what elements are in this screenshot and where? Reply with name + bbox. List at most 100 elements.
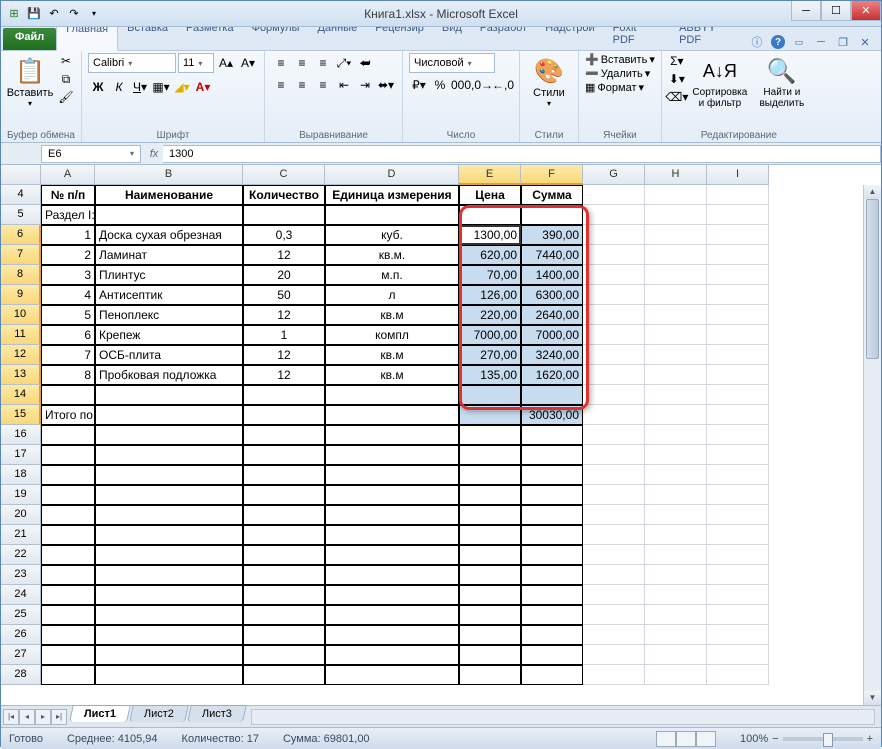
grow-font-icon[interactable]: A▴: [216, 53, 236, 73]
cell[interactable]: [243, 465, 325, 485]
cell[interactable]: [707, 605, 769, 625]
cell[interactable]: [645, 245, 707, 265]
name-box[interactable]: E6▾: [41, 145, 141, 163]
cell[interactable]: [583, 625, 645, 645]
cell[interactable]: [95, 645, 243, 665]
cell[interactable]: 2: [41, 245, 95, 265]
cell[interactable]: [459, 405, 521, 425]
cell[interactable]: [41, 485, 95, 505]
tab-nav-next-icon[interactable]: ▸: [35, 709, 51, 725]
cell[interactable]: [645, 385, 707, 405]
cell[interactable]: [645, 565, 707, 585]
cell[interactable]: 7000,00: [521, 325, 583, 345]
cell[interactable]: [41, 525, 95, 545]
cell[interactable]: [41, 545, 95, 565]
row-header[interactable]: 5: [1, 205, 41, 225]
cell[interactable]: Цена: [459, 185, 521, 205]
row-header[interactable]: 11: [1, 325, 41, 345]
cell[interactable]: [459, 485, 521, 505]
indent-dec-icon[interactable]: ⇤: [334, 75, 354, 95]
save-icon[interactable]: 💾: [25, 5, 43, 23]
cell[interactable]: [95, 205, 243, 225]
cell[interactable]: [95, 465, 243, 485]
cell[interactable]: [645, 365, 707, 385]
row-header[interactable]: 27: [1, 645, 41, 665]
cell[interactable]: [325, 485, 459, 505]
cell[interactable]: [583, 225, 645, 245]
cell[interactable]: [707, 325, 769, 345]
cell[interactable]: [707, 525, 769, 545]
cell[interactable]: [707, 385, 769, 405]
cell[interactable]: [325, 545, 459, 565]
row-header[interactable]: 24: [1, 585, 41, 605]
cell[interactable]: 7440,00: [521, 245, 583, 265]
font-color-icon[interactable]: A▾: [193, 77, 213, 97]
fx-icon[interactable]: fx: [145, 148, 163, 160]
cell[interactable]: Пеноплекс: [95, 305, 243, 325]
cell[interactable]: [459, 605, 521, 625]
cell[interactable]: [707, 345, 769, 365]
vertical-scrollbar[interactable]: ▲ ▼: [863, 185, 881, 705]
cell[interactable]: 6: [41, 325, 95, 345]
row-header[interactable]: 15: [1, 405, 41, 425]
tab-nav-prev-icon[interactable]: ◂: [19, 709, 35, 725]
styles-button[interactable]: 🎨 Стили▾: [526, 53, 572, 108]
cell[interactable]: [459, 645, 521, 665]
cell[interactable]: [459, 565, 521, 585]
cell[interactable]: [645, 505, 707, 525]
row-header[interactable]: 20: [1, 505, 41, 525]
cell[interactable]: [583, 385, 645, 405]
percent-icon[interactable]: %: [430, 75, 450, 95]
cell[interactable]: [707, 465, 769, 485]
cell[interactable]: 1: [243, 325, 325, 345]
column-header[interactable]: A: [41, 165, 95, 185]
cell[interactable]: Количество: [243, 185, 325, 205]
cell[interactable]: [95, 505, 243, 525]
cell[interactable]: [521, 205, 583, 225]
cell[interactable]: [243, 525, 325, 545]
cell[interactable]: [325, 445, 459, 465]
cell[interactable]: [459, 205, 521, 225]
currency-icon[interactable]: ₽▾: [409, 75, 429, 95]
cell[interactable]: [707, 445, 769, 465]
cell[interactable]: 30030,00: [521, 405, 583, 425]
cell[interactable]: Наименование: [95, 185, 243, 205]
indent-inc-icon[interactable]: ⇥: [355, 75, 375, 95]
cell[interactable]: [243, 645, 325, 665]
cell[interactable]: [645, 465, 707, 485]
cell[interactable]: 2640,00: [521, 305, 583, 325]
cell[interactable]: [325, 605, 459, 625]
bold-icon[interactable]: Ж: [88, 77, 108, 97]
align-right-icon[interactable]: ≡: [313, 75, 333, 95]
cell[interactable]: кв.м: [325, 345, 459, 365]
cell[interactable]: [521, 505, 583, 525]
cell[interactable]: [243, 445, 325, 465]
scroll-up-icon[interactable]: ▲: [864, 185, 881, 199]
cell[interactable]: [707, 425, 769, 445]
horizontal-scrollbar[interactable]: [251, 709, 875, 725]
insert-cells-button[interactable]: ➕Вставить ▾: [585, 53, 655, 66]
cell[interactable]: [583, 605, 645, 625]
undo-icon[interactable]: ↶: [45, 5, 63, 23]
cell[interactable]: [325, 565, 459, 585]
cell[interactable]: 620,00: [459, 245, 521, 265]
cell[interactable]: [583, 405, 645, 425]
font-size-combo[interactable]: 11▾: [178, 53, 214, 73]
cell[interactable]: [707, 625, 769, 645]
cell[interactable]: [521, 625, 583, 645]
cell[interactable]: [459, 525, 521, 545]
help-icon[interactable]: ?: [771, 35, 785, 49]
sheet-tab[interactable]: Лист1: [69, 705, 131, 722]
cell[interactable]: [707, 565, 769, 585]
cell[interactable]: [583, 245, 645, 265]
cell[interactable]: [459, 425, 521, 445]
cell[interactable]: [583, 365, 645, 385]
cell[interactable]: [707, 225, 769, 245]
cell[interactable]: 5: [41, 305, 95, 325]
cell[interactable]: [645, 265, 707, 285]
cell[interactable]: [707, 245, 769, 265]
cell[interactable]: [645, 405, 707, 425]
cell[interactable]: [645, 585, 707, 605]
row-header[interactable]: 8: [1, 265, 41, 285]
column-header[interactable]: H: [645, 165, 707, 185]
